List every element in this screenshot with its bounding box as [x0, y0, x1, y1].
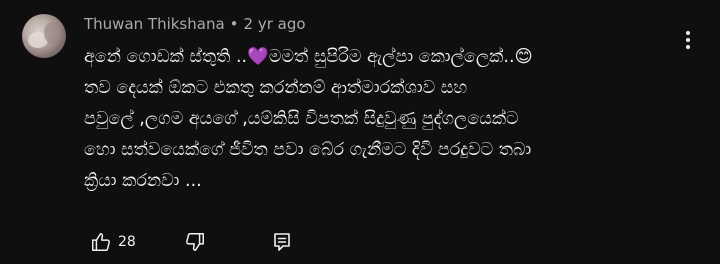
thumb-down-icon — [186, 233, 204, 251]
meta-separator: • — [229, 15, 239, 33]
comment-text-line: පවුලේ ,ලගම අයගේ ,යම්කිසි විපතක් සිදුවුණු… — [84, 109, 519, 129]
comment-item: Thuwan Thikshana • 2 yr ago අනේ ගොඩක් ස්… — [0, 0, 720, 264]
comment-actions: 28 — [84, 226, 324, 258]
comment-text-line: තව දෙයක් ඕකට එකතු කරන්නම් ආත්මාරක්ශාව සහ — [84, 78, 468, 98]
menu-dot — [686, 38, 690, 42]
reply-comment-icon — [274, 233, 290, 251]
comment-timestamp[interactable]: 2 yr ago — [244, 15, 306, 33]
avatar-shape — [44, 22, 60, 44]
comment-header: Thuwan Thikshana • 2 yr ago — [84, 14, 306, 34]
like-count: 28 — [118, 234, 136, 250]
avatar[interactable] — [22, 14, 66, 58]
thumb-up-icon — [92, 233, 110, 251]
comment-text-line: අනේ ගොඩක් ස්තුති ..💜මමත් සුපිරිම ඇල්පා ක… — [84, 47, 533, 67]
dislike-button[interactable] — [184, 226, 206, 258]
comment-text-line: හො සත්වයෙක්ගේ ජීවිත පවා බේර ගැනීමට දිවි … — [84, 140, 532, 160]
menu-dot — [686, 31, 690, 35]
more-vert-icon[interactable] — [674, 26, 702, 54]
like-button[interactable] — [90, 226, 112, 258]
comment-text-line: ක්‍රියා කරනවා ... — [84, 171, 202, 191]
author-name[interactable]: Thuwan Thikshana — [84, 15, 225, 33]
comment-text: අනේ ගොඩක් ස්තුති ..💜මමත් සුපිරිම ඇල්පා ක… — [84, 42, 674, 197]
menu-dot — [686, 45, 690, 49]
reply-button[interactable] — [272, 226, 292, 258]
